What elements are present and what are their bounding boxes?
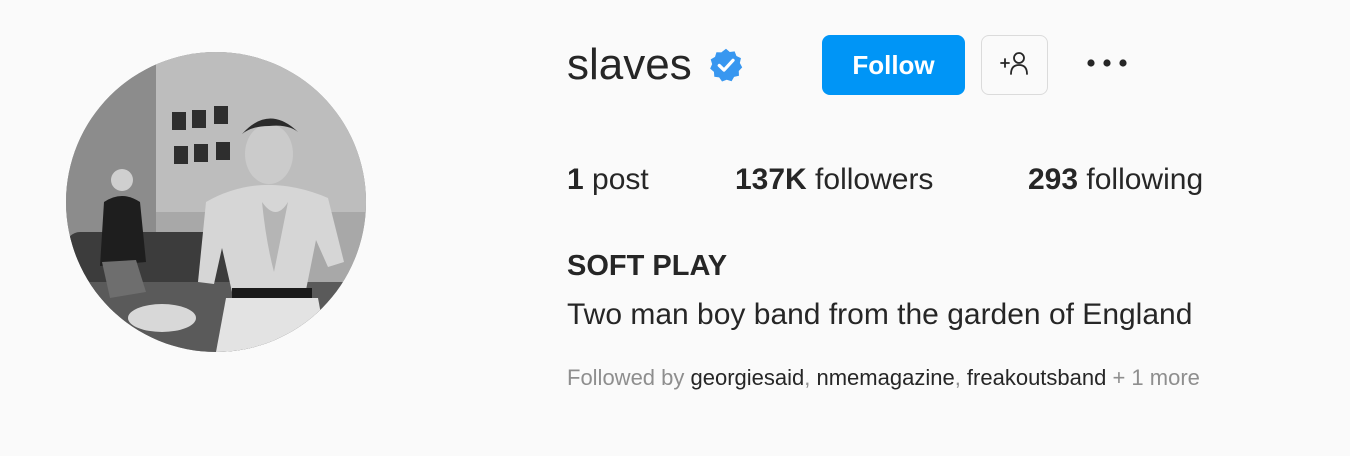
profile-username: slaves [567, 40, 692, 89]
posts-count-label: post [583, 163, 649, 196]
followers-count-value: 137K [735, 163, 807, 196]
profile-avatar[interactable] [66, 52, 366, 352]
mutual-follower-link[interactable]: georgiesaid [691, 365, 805, 390]
followed-by[interactable]: Followed by georgiesaid, nmemagazine, fr… [567, 363, 1200, 393]
profile-bio: Two man boy band from the garden of Engl… [567, 298, 1193, 331]
profile-page: slaves Follow 1 post 137K followers 293 … [0, 0, 1350, 456]
followers-link[interactable]: 137K followers [735, 160, 933, 200]
mutual-follower-link[interactable]: nmemagazine [817, 365, 955, 390]
followed-by-more-link[interactable]: + 1 more [1106, 365, 1199, 390]
profile-full-name: SOFT PLAY [567, 250, 728, 282]
follow-button[interactable]: Follow [822, 35, 965, 95]
mutual-follower-link[interactable]: freakoutsband [967, 365, 1106, 390]
following-label: following [1078, 163, 1204, 196]
following-count-value: 293 [1028, 163, 1079, 196]
followed-by-separator: , [954, 365, 967, 390]
profile-header: slaves Follow [567, 35, 1127, 95]
posts-count: 1 post [567, 160, 649, 200]
followed-by-separator: , [804, 365, 817, 390]
following-link[interactable]: 293 following [1028, 160, 1203, 200]
more-options-icon [1085, 56, 1129, 74]
add-person-icon [999, 50, 1031, 81]
followed-by-prefix: Followed by [567, 365, 691, 390]
posts-count-value: 1 [567, 163, 584, 196]
verified-badge-icon [708, 47, 744, 83]
more-options-button[interactable] [1079, 35, 1135, 95]
followers-label: followers [806, 163, 934, 196]
avatar-photo [66, 52, 366, 352]
suggested-accounts-button[interactable] [981, 35, 1048, 95]
